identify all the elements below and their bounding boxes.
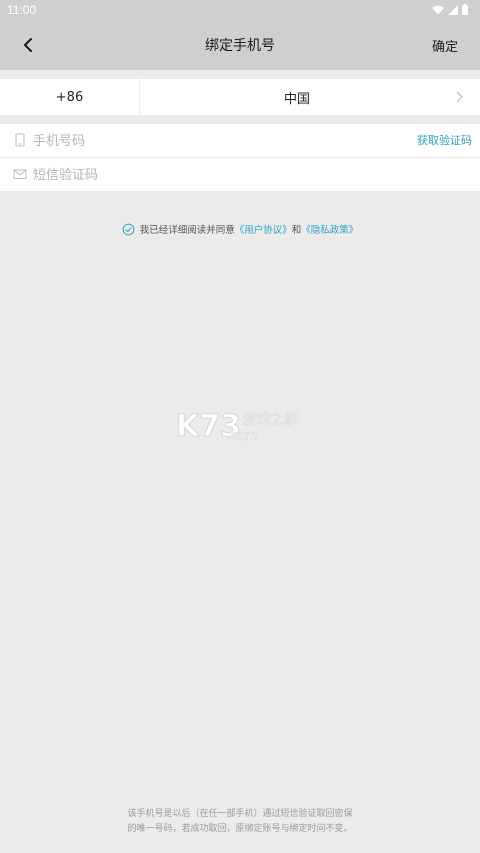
status-time: 11:00 — [7, 3, 37, 17]
privacy-policy-link[interactable]: 《隐私政策》 — [301, 222, 358, 236]
phone-row: 获取验证码 — [0, 124, 480, 157]
country-code[interactable]: +86 — [0, 79, 140, 115]
phone-icon — [15, 133, 25, 147]
country-name[interactable]: 中国 — [140, 79, 454, 115]
battery-icon — [462, 4, 468, 15]
footer-line-1: 该手机号是以后（在任一部手机）通过短信验证取回密保 — [127, 809, 353, 819]
status-bar: 11:00 — [0, 0, 480, 20]
sms-code-input[interactable] — [33, 164, 333, 186]
country-selector[interactable]: +86 中国 — [0, 79, 480, 115]
status-icons — [432, 4, 468, 15]
wifi-icon — [432, 5, 444, 14]
code-row — [0, 157, 480, 190]
svg-text:.com: .com — [226, 429, 258, 442]
login-form: 获取验证码 — [0, 124, 480, 191]
agreement-and: 和 — [291, 225, 302, 236]
phone-input[interactable] — [33, 130, 333, 152]
footer-note: 该手机号是以后（在任一部手机）通过短信验证取回密保 的唯一号码，若成功取回，原绑… — [0, 807, 480, 837]
agreement-row: 我已经详细阅读并同意 《用户协议》 和 《隐私政策》 — [0, 222, 480, 236]
user-agreement-link[interactable]: 《用户协议》 — [235, 222, 292, 236]
agreement-text: 我已经详细阅读并同意 — [139, 225, 235, 236]
page-title: 绑定手机号 — [205, 38, 275, 54]
envelope-icon — [13, 169, 27, 179]
app-bar: 绑定手机号 确定 — [0, 20, 480, 70]
footer-line-2: 的唯一号码，若成功取回，原绑定账号与绑定时间不变。 — [127, 824, 353, 834]
svg-text:游戏之家: 游戏之家 — [242, 411, 298, 428]
chevron-right-icon — [456, 91, 463, 103]
watermark-logo: K73 游戏之家 .com — [176, 409, 298, 443]
confirm-button[interactable]: 确定 — [432, 36, 458, 55]
get-code-button[interactable]: 获取验证码 — [417, 132, 472, 148]
check-circle-icon[interactable] — [122, 223, 135, 236]
signal-icon — [448, 4, 458, 15]
